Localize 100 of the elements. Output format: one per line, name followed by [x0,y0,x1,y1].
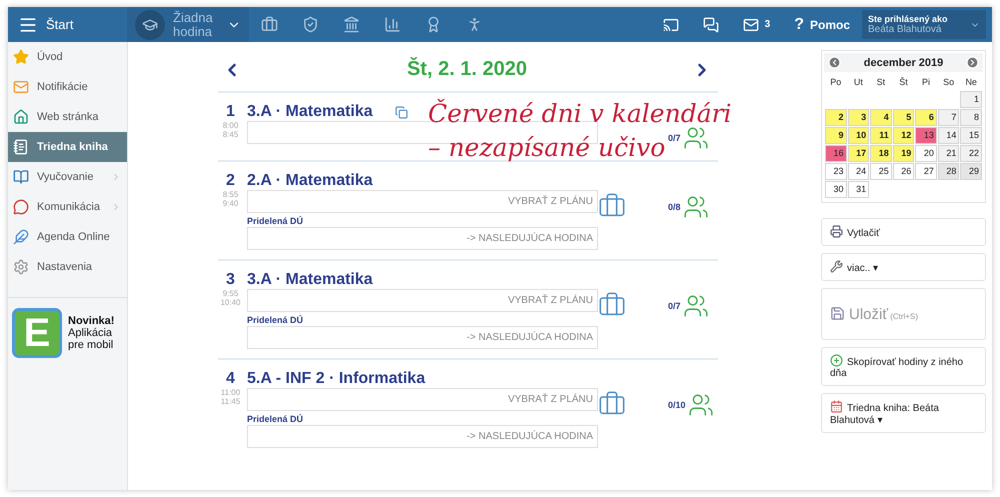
calendar-day[interactable]: 25 [870,163,892,180]
students-icon[interactable] [682,293,709,319]
next-month-icon[interactable] [966,56,979,69]
sidebar-item[interactable]: Notifikácie [8,72,127,102]
action-button[interactable]: Vytlačiť [821,218,986,246]
lesson-number: 1 [225,103,236,121]
lesson-title[interactable]: 3.A · Matematika [247,271,373,289]
settings-icon [13,259,29,275]
sidebar-item[interactable]: Agenda Online [8,222,127,252]
action-button[interactable]: viac.. ▾ [821,253,986,281]
calendar-day[interactable]: 1 [960,91,982,108]
briefcase-icon[interactable] [261,16,278,33]
calendar-day[interactable]: 2 [825,109,847,126]
calendar-month: december 2019 [864,56,944,68]
action-button[interactable]: Triedna kniha: Beáta Blahutová ▾ [821,393,986,433]
weekday-label: St [876,76,886,89]
calendar-day[interactable]: 4 [870,109,892,126]
handwritten-annotation: Červené dni v kalendári [428,98,732,130]
envelope-icon [742,16,759,32]
handwritten-annotation: – nezapísané učivo [428,132,666,164]
calendar-day[interactable]: 16 [825,145,847,162]
calendar-day[interactable]: 22 [960,145,982,162]
cast-icon[interactable] [662,16,679,32]
calendar-day[interactable]: 24 [848,163,870,180]
homework-field[interactable]: -> NASLEDUJÚCA HODINA [247,326,598,349]
students-icon[interactable] [682,194,709,220]
calendar-day[interactable]: 18 [870,145,892,162]
attendance-count: 0/10 [668,400,686,410]
star-icon [13,49,29,65]
shield-check-icon[interactable] [302,16,319,33]
envelope-icon [13,79,29,95]
calendar-day[interactable]: 11 [870,127,892,144]
weekday-label: Pi [921,76,932,89]
bank-icon[interactable] [343,16,360,33]
copy-icon[interactable] [394,106,408,118]
lesson-title[interactable]: 5.A - INF 2 · Informatika [247,370,426,388]
sidebar-item[interactable]: Úvod [8,42,127,72]
chat-icon[interactable] [702,16,719,32]
calendar-day[interactable]: 20 [915,145,937,162]
start-label[interactable]: Štart [46,17,74,32]
calendar-day[interactable]: 27 [915,163,937,180]
sidebar-item[interactable]: Nastavenia [8,252,127,282]
topic-field[interactable]: VYBRAŤ Z PLÁNU [247,388,598,411]
sidebar-item[interactable]: Vyučovanie [8,162,127,192]
house-icon [13,109,29,125]
homework-field[interactable]: -> NASLEDUJÚCA HODINA [247,425,598,448]
sidebar-item[interactable]: Komunikácia [8,192,127,222]
sidebar-item[interactable]: Web stránka [8,102,127,132]
calendar-day[interactable]: 12 [892,127,914,144]
calendar-day[interactable]: 7 [938,109,960,126]
calendar-day[interactable]: 14 [938,127,960,144]
calendar-day[interactable]: 5 [892,109,914,126]
printer-icon [830,225,843,238]
attendance-count: 0/7 [668,301,681,311]
homework-field[interactable]: -> NASLEDUJÚCA HODINA [247,227,598,250]
lesson-number: 4 [225,370,236,388]
calendar-day[interactable]: 23 [825,163,847,180]
calendar-day[interactable]: 19 [892,145,914,162]
weekday-label: So [942,76,956,89]
calendar-day[interactable]: 28 [938,163,960,180]
calendar-day[interactable]: 15 [960,127,982,144]
calendar-day[interactable]: 29 [960,163,982,180]
calendar-day[interactable]: 10 [848,127,870,144]
calendar-day[interactable]: 6 [915,109,937,126]
calendar-day[interactable]: 21 [938,145,960,162]
students-icon[interactable] [688,392,714,418]
topic-field[interactable]: VYBRAŤ Z PLÁNU [247,289,598,312]
user-menu[interactable]: Ste prihlásený ako Beáta Blahutová [862,10,986,39]
calendar-day[interactable]: 8 [960,109,982,126]
date-title: Št, 2. 1. 2020 [406,58,528,81]
lesson-number: 2 [225,172,236,190]
help-button[interactable]: ? Pomoc [782,16,862,34]
lesson-time: 8:00 8:45 [222,121,240,142]
lesson-time: 9:55 10:40 [219,289,242,310]
tools-icon [830,260,843,273]
book-icon [13,169,29,185]
mail-button[interactable]: 3 [730,16,782,32]
calendar-icon [830,400,843,413]
weekday-label: Ne [964,76,978,89]
calendar-day[interactable]: 26 [892,163,914,180]
calendar-day[interactable]: 13 [915,127,937,144]
previous-month-icon[interactable] [828,56,841,69]
calendar-day[interactable]: 17 [848,145,870,162]
lesson-dropdown[interactable]: Žiadna hodina [127,7,249,42]
sidebar-item[interactable]: Triedna kniha [8,132,127,162]
calendar-day[interactable]: 31 [848,181,870,198]
graduation-cap-icon [135,10,165,40]
lesson-title[interactable]: 3.A · Matematika [247,103,373,121]
bar-chart-icon[interactable] [384,16,401,33]
attendance-count: 0/8 [668,202,681,212]
weekday-label: Št [898,76,909,89]
calendar-day[interactable]: 3 [848,109,870,126]
topic-field[interactable]: VYBRAŤ Z PLÁNU [247,190,598,213]
lesson-time: 8:55 9:40 [222,190,240,210]
students-icon[interactable] [682,125,709,151]
promo-title: Novinka! [68,315,116,327]
calendar-day[interactable]: 9 [825,127,847,144]
calendar-day[interactable]: 30 [825,181,847,198]
action-button[interactable]: Skopírovať hodiny z iného dňa [821,347,986,386]
lesson-title[interactable]: 2.A · Matematika [247,172,373,190]
